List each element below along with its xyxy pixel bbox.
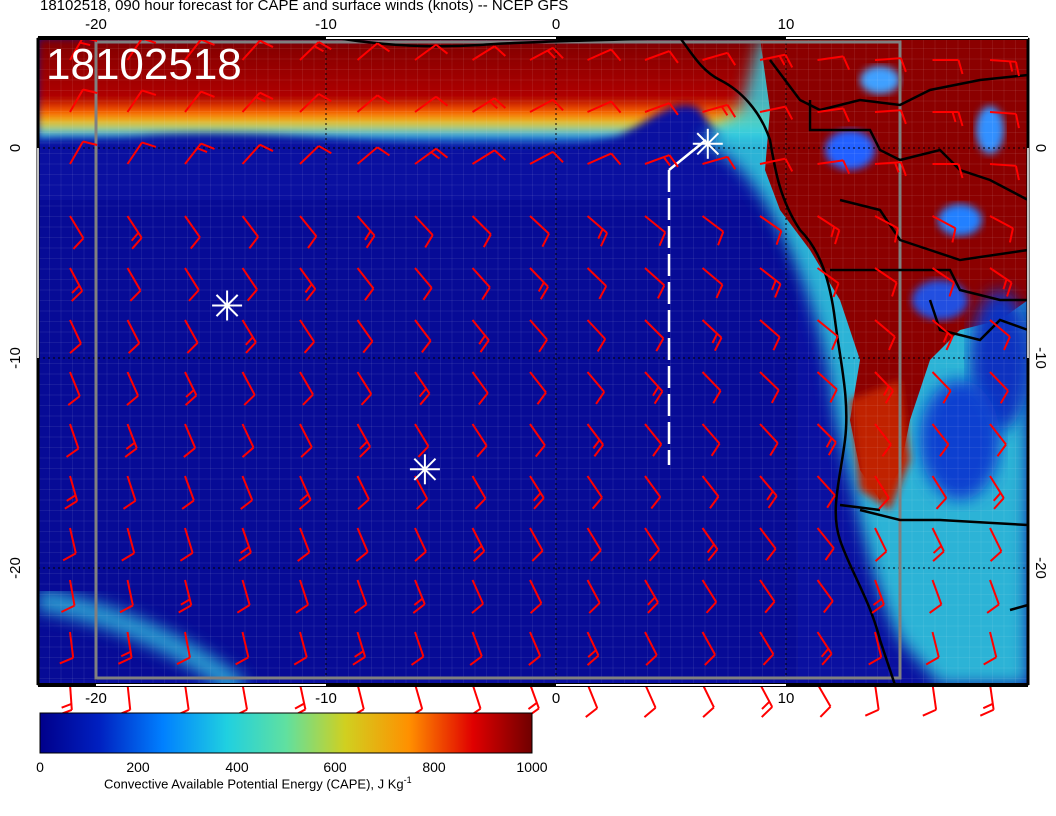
x-tick-top: -10 <box>315 16 337 33</box>
y-tick-right: -10 <box>1032 347 1049 369</box>
x-tick-top: -20 <box>85 16 107 33</box>
wind-barb <box>57 683 73 716</box>
x-tick-bottom: 10 <box>778 690 795 707</box>
wind-barb <box>350 683 365 718</box>
colorbar-label: Convective Available Potential Energy (C… <box>104 775 412 792</box>
cape-map: -20 -10 0 10 -20 -10 0 10 0 -10 -20 0 -1… <box>7 16 1049 775</box>
x-tick-bottom: 0 <box>552 690 560 707</box>
y-tick-right: 0 <box>1032 144 1049 152</box>
wind-barb <box>759 683 774 718</box>
wind-barb <box>409 683 424 718</box>
colorbar-tick: 600 <box>323 759 347 775</box>
x-tick-bottom: -10 <box>315 690 337 707</box>
colorbar-tick: 200 <box>126 759 150 775</box>
wind-barb <box>116 683 132 717</box>
wind-barb <box>816 683 832 718</box>
wind-barb <box>864 683 880 717</box>
wind-barb <box>292 683 307 718</box>
wind-barb <box>174 683 190 717</box>
colorbar <box>39 712 533 754</box>
y-tick-right: -20 <box>1032 557 1049 579</box>
x-tick-bottom: -20 <box>85 690 107 707</box>
colorbar-tick: 0 <box>36 759 44 775</box>
x-tick-top: 0 <box>552 16 560 33</box>
y-tick-left: -20 <box>7 557 24 579</box>
x-tick-top: 10 <box>778 16 795 33</box>
wind-barb <box>233 683 248 717</box>
wind-barb <box>701 683 715 718</box>
wind-barb <box>526 683 540 718</box>
y-tick-left: 0 <box>7 144 24 152</box>
wind-barb <box>585 683 599 718</box>
date-stamp: 18102518 <box>46 40 242 89</box>
colorbar-tick: 800 <box>422 759 446 775</box>
colorbar-tick: 400 <box>225 759 249 775</box>
marker-south <box>409 454 440 485</box>
marker-west <box>212 290 243 321</box>
wind-barb <box>467 683 482 718</box>
wind-barb <box>979 683 995 717</box>
wind-barb <box>643 683 657 718</box>
wind-barb <box>922 683 938 717</box>
marker-north <box>692 128 723 159</box>
y-tick-left: -10 <box>7 347 24 369</box>
colorbar-tick: 1000 <box>516 759 547 775</box>
